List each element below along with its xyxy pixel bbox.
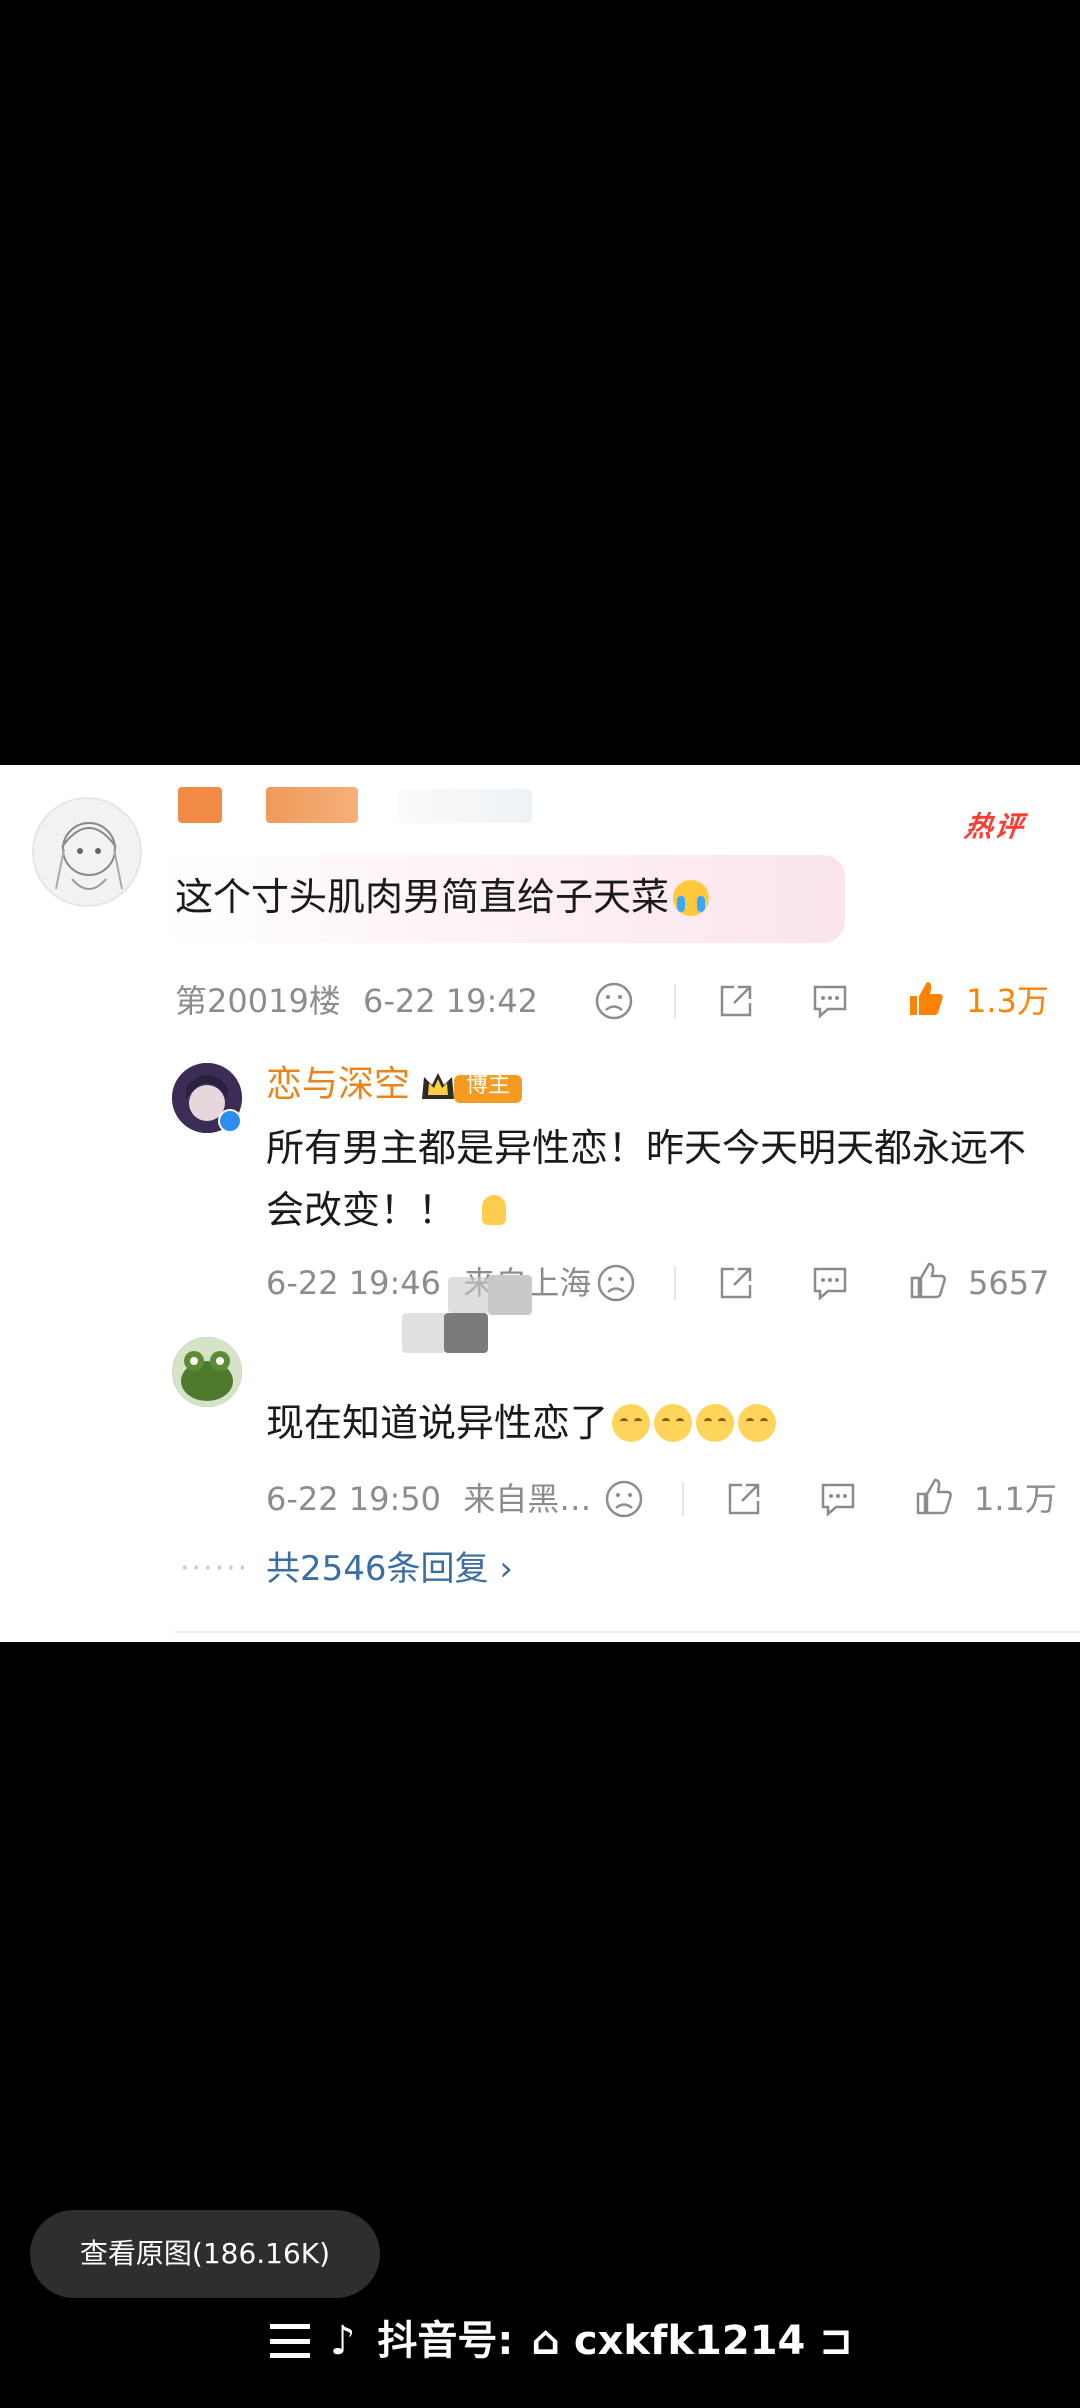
blurred-username (266, 787, 358, 823)
blurred-username (178, 787, 222, 823)
comment-meta: 第20019楼 6-22 19:42 (175, 981, 538, 1021)
like-count: 5657 (968, 1264, 1050, 1302)
comment-icon[interactable] (810, 1263, 850, 1303)
reply-text-content: 现在知道说异性恋了 (266, 1401, 609, 1445)
action-separator (674, 1266, 676, 1300)
floor-number: 第20019楼 (175, 982, 341, 1020)
like-outline-icon[interactable] (914, 1477, 954, 1517)
action-separator (674, 984, 676, 1018)
smile-emoji-icon (654, 1404, 693, 1442)
crying-emoji-icon (673, 880, 710, 916)
comment-text: 这个寸头肌肉男简直给子天菜 (175, 869, 710, 925)
reply-text-content: 所有男主都是异性恋！昨天今天明天都永远不会改变！！ (266, 1126, 1027, 1232)
blurred-badge (398, 789, 532, 823)
reply-meta: 6-22 19:46 来自上海 (266, 1263, 591, 1303)
comment-time: 6-22 19:42 (362, 982, 538, 1020)
hot-comment-badge: 热评 (962, 810, 1028, 843)
home-outline-icon: ⌂ (531, 2318, 560, 2364)
reply-time: 6-22 19:46 (266, 1264, 442, 1302)
commenter-avatar[interactable] (32, 797, 142, 907)
frog-avatar-drawing (172, 1337, 242, 1407)
douyin-watermark: ♪ 抖音号: ⌂ cxkfk1214 ⊐ (270, 2316, 853, 2366)
share-icon[interactable] (724, 1479, 764, 1519)
share-icon[interactable] (716, 1263, 756, 1303)
tiktok-logo-icon: ♪ (329, 2318, 356, 2364)
like-filled-icon[interactable] (906, 979, 946, 1019)
douyin-label: 抖音号: (377, 2318, 514, 2364)
blogger-badge-label: 博主 (466, 1073, 511, 1098)
smile-emoji-icon (738, 1404, 777, 1442)
divider (175, 1631, 1080, 1633)
reply-meta: 6-22 19:50 来自黑… (266, 1479, 591, 1519)
reply-author-name[interactable]: 恋与深空 (266, 1061, 410, 1109)
view-original-button[interactable]: 查看原图(186.16K) (30, 2210, 380, 2298)
reply-text: 所有男主都是异性恋！昨天今天明天都永远不会改变！！ (266, 1117, 1046, 1241)
more-replies-dots: ······ (180, 1551, 250, 1586)
reply-time: 6-22 19:50 (266, 1480, 442, 1518)
comment-icon[interactable] (818, 1479, 858, 1519)
blurred-username (488, 1275, 532, 1315)
doll-emoji-icon (482, 1195, 507, 1225)
dislike-face-icon[interactable] (596, 1263, 636, 1303)
like-count: 1.1万 (974, 1480, 1057, 1518)
reply-avatar[interactable] (172, 1337, 242, 1407)
reply-location: 来自黑… (463, 1480, 592, 1518)
verified-badge-icon (218, 1109, 242, 1133)
action-separator (682, 1482, 684, 1516)
like-outline-icon[interactable] (908, 1261, 948, 1301)
smile-emoji-icon (612, 1404, 651, 1442)
reply-text: 现在知道说异性恋了 (266, 1395, 777, 1451)
anime-avatar-drawing (55, 822, 123, 890)
comment-icon[interactable] (810, 981, 850, 1021)
share-icon[interactable] (716, 981, 756, 1021)
dislike-face-icon[interactable] (604, 1479, 644, 1519)
more-replies-link[interactable]: 共2546条回复 › (266, 1547, 513, 1591)
comment-card: 热评 这个寸头肌肉男简直给子天菜 第20019楼 6-22 19:42 1.3万… (0, 765, 1080, 1642)
blurred-username (444, 1313, 488, 1353)
douyin-id: cxkfk1214 (573, 2318, 806, 2364)
smile-emoji-icon (696, 1404, 735, 1442)
bracket-icon: ⊐ (819, 2318, 853, 2364)
blurred-username (402, 1313, 446, 1353)
comment-text-content: 这个寸头肌肉男简直给子天菜 (175, 875, 670, 919)
menu-lines-icon (270, 2324, 310, 2358)
like-count: 1.3万 (966, 982, 1049, 1020)
dislike-face-icon[interactable] (594, 981, 634, 1021)
